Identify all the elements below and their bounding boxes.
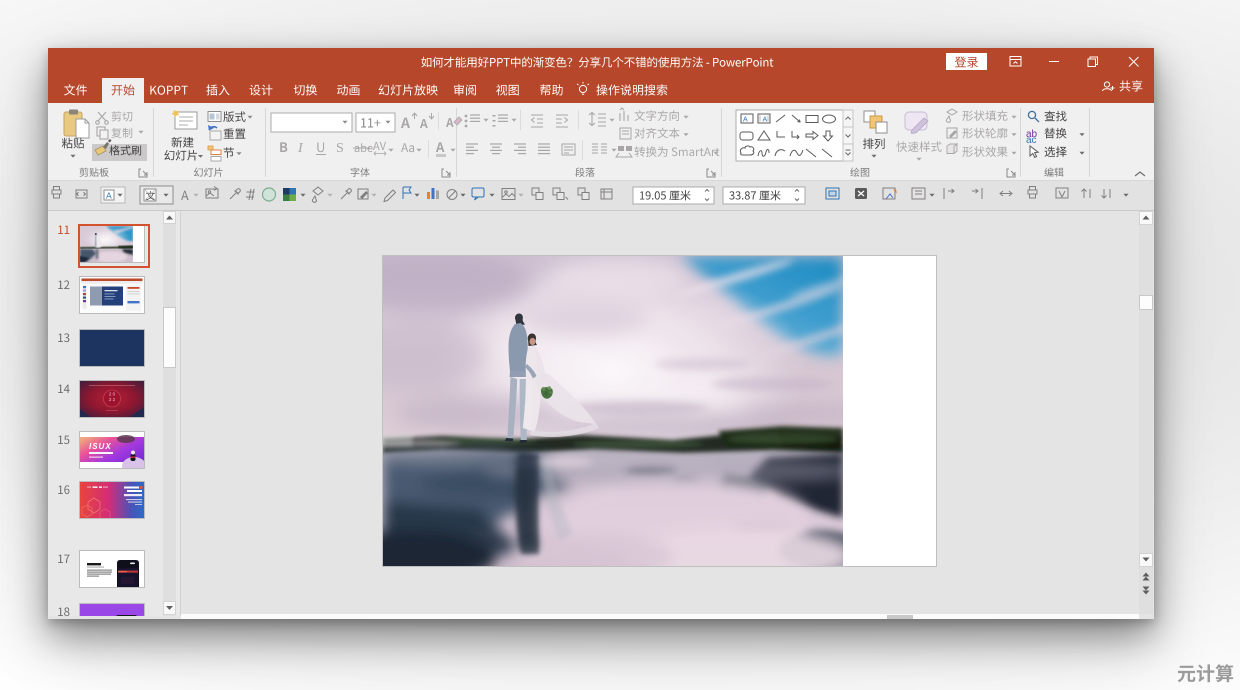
svg-text:A: A [106,191,112,201]
svg-text:I: I [297,141,304,156]
svg-text:ac: ac [1026,135,1037,146]
svg-text:S: S [336,141,344,156]
svg-text:A: A [743,117,748,124]
svg-text:A: A [763,117,768,124]
